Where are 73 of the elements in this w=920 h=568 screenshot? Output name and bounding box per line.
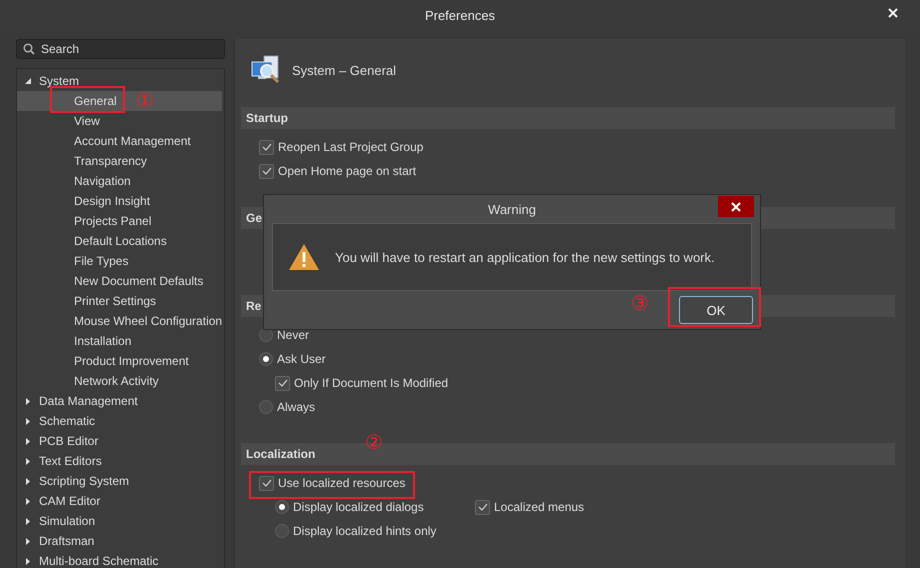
ok-button[interactable]: OK <box>679 296 753 324</box>
page-title: System – General <box>292 62 396 78</box>
tree-item[interactable]: Navigation <box>17 171 222 191</box>
collapsed-arrow-icon[interactable] <box>25 458 31 464</box>
checkbox-label: Open Home page on start <box>278 164 416 178</box>
check-icon <box>262 167 272 175</box>
collapsed-arrow-icon[interactable] <box>25 418 31 424</box>
collapsed-arrow-icon[interactable] <box>25 498 31 504</box>
tree-item[interactable]: Scripting System <box>17 471 222 491</box>
radio-label: Display localized dialogs <box>293 500 424 514</box>
collapsed-arrow-icon[interactable] <box>25 438 31 444</box>
radio-label: Always <box>277 400 316 414</box>
tree-item[interactable]: File Types <box>17 251 222 271</box>
tree-item[interactable]: System <box>17 71 222 91</box>
annotation-number: ③ <box>631 293 649 313</box>
close-icon[interactable] <box>888 8 898 18</box>
check-icon <box>278 379 288 387</box>
window-title: Preferences <box>424 8 496 22</box>
collapsed-arrow-icon[interactable] <box>25 478 31 484</box>
checkbox[interactable] <box>259 476 274 490</box>
check-icon <box>262 143 272 151</box>
tree-item[interactable]: Mouse Wheel Configuration <box>17 311 222 331</box>
tree-item[interactable]: Network Activity <box>17 371 222 391</box>
tree-item[interactable]: Product Improvement <box>17 351 222 371</box>
tree-item[interactable]: New Document Defaults <box>17 271 222 291</box>
radio-button[interactable] <box>259 400 273 414</box>
radio-button[interactable] <box>275 500 289 514</box>
tree-item[interactable]: Design Insight <box>17 191 222 211</box>
radio-button[interactable] <box>259 352 273 366</box>
checkbox[interactable] <box>475 500 490 514</box>
radio-label: Ask User <box>277 352 326 366</box>
radio-label: Display localized hints only <box>293 524 436 538</box>
checkbox[interactable] <box>259 140 274 154</box>
collapsed-arrow-icon[interactable] <box>25 538 31 544</box>
tree-item[interactable]: Default Locations <box>17 231 222 251</box>
tree-item[interactable]: Projects Panel <box>17 211 222 231</box>
tree-item[interactable]: Transparency <box>17 151 222 171</box>
collapsed-arrow-icon[interactable] <box>25 518 31 524</box>
warning-icon <box>288 243 320 271</box>
computer-magnifier-icon <box>250 54 282 86</box>
dialog-message: You will have to restart an application for the new settings to work. <box>335 250 715 264</box>
tree-item[interactable]: View <box>17 111 222 131</box>
radio-label: Never <box>277 328 310 342</box>
checkbox-label: Use localized resources <box>278 476 406 490</box>
tree-item[interactable]: Text Editors <box>17 451 222 471</box>
annotation-number: ① <box>136 90 154 110</box>
close-button[interactable] <box>718 196 754 217</box>
tree-item[interactable]: Simulation <box>17 511 222 531</box>
tree-item[interactable]: PCB Editor <box>17 431 222 451</box>
check-icon <box>262 479 272 487</box>
tree-item[interactable]: Schematic <box>17 411 222 431</box>
collapsed-arrow-icon[interactable] <box>25 558 31 564</box>
search-icon <box>23 43 35 55</box>
checkbox[interactable] <box>259 164 274 178</box>
close-icon <box>731 202 741 212</box>
tree-item[interactable]: Printer Settings <box>17 291 222 311</box>
check-icon <box>478 503 488 511</box>
checkbox-label: Localized menus <box>494 500 584 514</box>
expanded-arrow-icon[interactable] <box>25 78 31 84</box>
radio-button[interactable] <box>259 328 273 342</box>
checkbox-label: Reopen Last Project Group <box>278 140 424 154</box>
radio-button[interactable] <box>275 524 289 538</box>
checkbox[interactable] <box>275 376 290 390</box>
tree-item[interactable]: Draftsman <box>17 531 222 551</box>
collapsed-arrow-icon[interactable] <box>25 398 31 404</box>
tree-item[interactable]: Multi-board Schematic <box>17 551 222 568</box>
tree-item[interactable]: CAM Editor <box>17 491 222 511</box>
search-field[interactable]: Search <box>16 39 225 59</box>
tree-item[interactable]: Installation <box>17 331 222 351</box>
tree-item[interactable]: Account Management <box>17 131 222 151</box>
section-header: Startup <box>241 107 895 129</box>
checkbox-label: Only If Document Is Modified <box>294 376 448 390</box>
tree-item[interactable]: Data Management <box>17 391 222 411</box>
